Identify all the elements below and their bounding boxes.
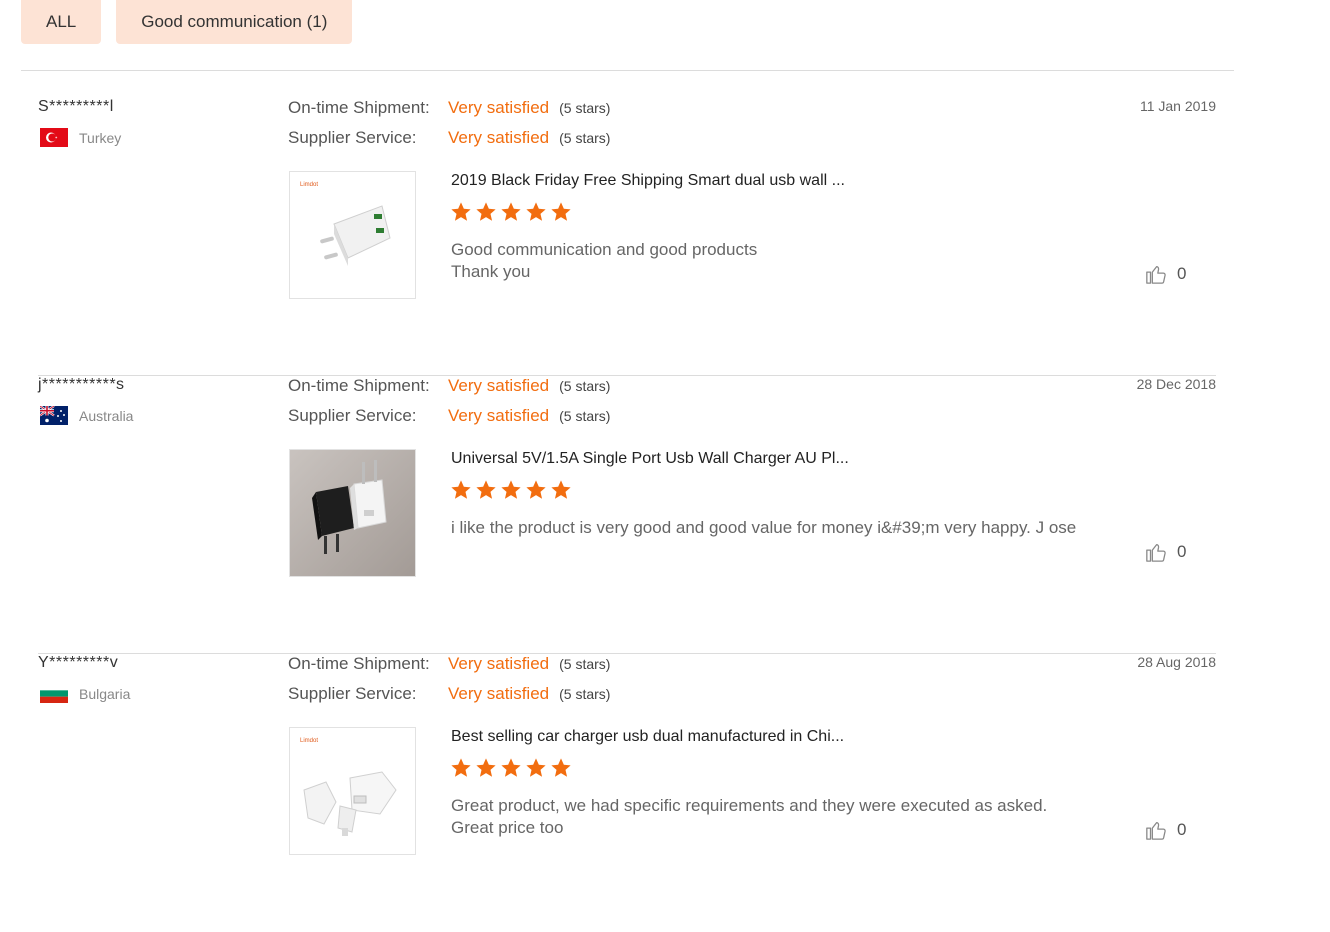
filter-good-communication-button[interactable]: Good communication (1) <box>116 0 353 44</box>
buyer-country: Australia <box>40 406 133 425</box>
product-title-link[interactable]: Universal 5V/1.5A Single Port Usb Wall C… <box>451 450 849 468</box>
star-icon <box>551 202 571 221</box>
star-icon <box>451 480 471 499</box>
buyer-country: Bulgaria <box>40 684 130 703</box>
divider <box>21 70 1234 71</box>
shipment-label: On-time Shipment: <box>288 654 430 673</box>
review-item: Y*********v Bulgaria On-time Shipment: V… <box>38 654 1216 932</box>
service-value: Very satisfied <box>448 128 550 147</box>
rating-stars <box>450 757 572 779</box>
rating-stars <box>450 479 572 501</box>
product-title-link[interactable]: Best selling car charger usb dual manufa… <box>451 728 844 746</box>
service-stars-text: (5 stars) <box>559 686 611 702</box>
shipment-value: Very satisfied <box>448 98 550 117</box>
country-name: Turkey <box>79 129 122 146</box>
shipment-value: Very satisfied <box>448 654 550 673</box>
product-thumbnail[interactable]: Limdot <box>289 727 416 855</box>
shipment-label: On-time Shipment: <box>288 376 430 395</box>
shipment-stars-text: (5 stars) <box>559 100 611 116</box>
product-title-link[interactable]: 2019 Black Friday Free Shipping Smart du… <box>451 172 845 190</box>
turkey-flag-icon <box>40 128 68 147</box>
comment-text: i like the product is very good and good… <box>451 518 1077 537</box>
shipment-stars-text: (5 stars) <box>559 656 611 672</box>
product-thumbnail[interactable] <box>289 449 416 577</box>
service-stars-text: (5 stars) <box>559 130 611 146</box>
star-icon <box>551 758 571 777</box>
star-icon <box>551 480 571 499</box>
review-comment: Good communication and good products Tha… <box>451 239 1091 283</box>
bulgaria-flag-icon <box>40 684 68 703</box>
star-icon <box>526 758 546 777</box>
like-button[interactable]: 0 <box>1145 263 1186 285</box>
like-count: 0 <box>1177 264 1187 283</box>
country-name: Bulgaria <box>79 685 131 702</box>
buyer-name: S*********l <box>38 98 114 115</box>
star-icon <box>501 758 521 777</box>
service-value: Very satisfied <box>448 406 550 425</box>
star-icon <box>526 480 546 499</box>
photo-black-and-white-wall-chargers-image <box>290 450 415 576</box>
review-comment: Great product, we had specific requireme… <box>451 795 1091 839</box>
buyer-name: j***********s <box>38 376 125 393</box>
review-date: 28 Dec 2018 <box>1136 376 1216 392</box>
service-label: Supplier Service: <box>288 684 417 703</box>
comment-text: Great product, we had specific requireme… <box>451 796 1048 837</box>
white-dual-usb-wall-charger-image: Limdot <box>290 172 415 298</box>
white-car-charger-dual-usb-image: Limdot <box>290 728 415 854</box>
service-label: Supplier Service: <box>288 406 417 425</box>
service-rating: Supplier Service: Very satisfied (5 star… <box>288 128 610 148</box>
like-button[interactable]: 0 <box>1145 541 1186 563</box>
rating-stars <box>450 201 572 223</box>
buyer-name: Y*********v <box>38 654 119 671</box>
service-rating: Supplier Service: Very satisfied (5 star… <box>288 406 610 426</box>
review-item: S*********l Turkey On-time Shipment: Ver… <box>38 98 1216 376</box>
service-rating: Supplier Service: Very satisfied (5 star… <box>288 684 610 704</box>
product-thumbnail[interactable]: Limdot <box>289 171 416 299</box>
thumbs-up-icon <box>1146 544 1166 562</box>
review-date: 11 Jan 2019 <box>1139 98 1216 114</box>
buyer-country: Turkey <box>40 128 121 147</box>
star-icon <box>501 202 521 221</box>
filter-all-button[interactable]: ALL <box>21 0 102 44</box>
comment-text: Good communication and good products Tha… <box>451 240 758 281</box>
shipment-rating: On-time Shipment: Very satisfied (5 star… <box>288 98 610 118</box>
star-icon <box>526 202 546 221</box>
review-item: j***********s Australia On-time Shipment… <box>38 376 1216 654</box>
star-icon <box>476 202 496 221</box>
service-value: Very satisfied <box>448 684 550 703</box>
star-icon <box>476 758 496 777</box>
shipment-value: Very satisfied <box>448 376 550 395</box>
like-count: 0 <box>1177 820 1187 839</box>
australia-flag-icon <box>40 406 68 425</box>
star-icon <box>451 758 471 777</box>
like-button[interactable]: 0 <box>1145 819 1186 841</box>
brand-logo-text: Limdot <box>300 182 318 188</box>
star-icon <box>451 202 471 221</box>
thumbs-up-icon <box>1146 822 1166 840</box>
service-label: Supplier Service: <box>288 128 417 147</box>
thumbs-up-icon <box>1146 266 1166 284</box>
shipment-label: On-time Shipment: <box>288 98 430 117</box>
review-date: 28 Aug 2018 <box>1137 654 1216 670</box>
filter-bar: ALL Good communication (1) <box>21 0 353 44</box>
country-name: Australia <box>79 407 134 424</box>
brand-logo-text: Limdot <box>300 738 318 744</box>
shipment-rating: On-time Shipment: Very satisfied (5 star… <box>288 376 610 396</box>
star-icon <box>501 480 521 499</box>
review-comment: i like the product is very good and good… <box>451 517 1091 539</box>
service-stars-text: (5 stars) <box>559 408 611 424</box>
shipment-stars-text: (5 stars) <box>559 378 611 394</box>
shipment-rating: On-time Shipment: Very satisfied (5 star… <box>288 654 610 674</box>
like-count: 0 <box>1177 542 1187 561</box>
star-icon <box>476 480 496 499</box>
